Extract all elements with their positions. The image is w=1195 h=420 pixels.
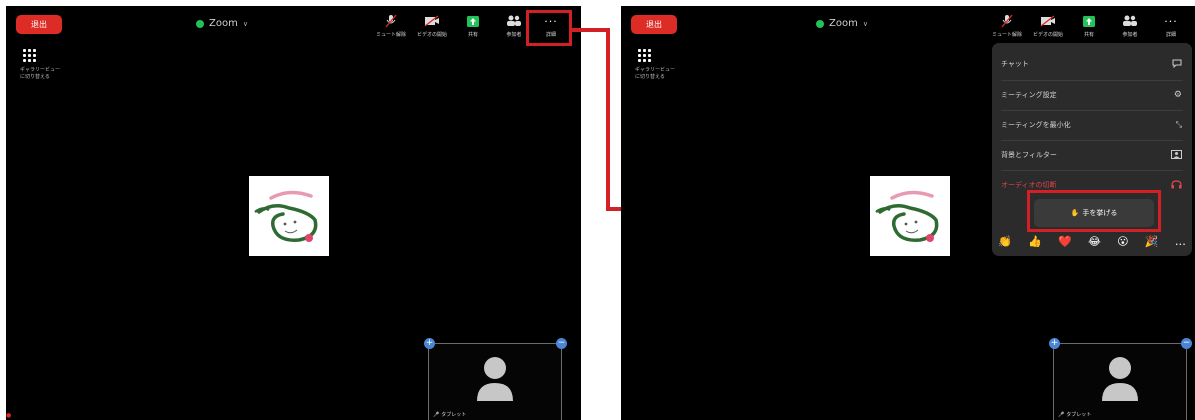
share-label: 共有	[1083, 32, 1094, 38]
menu-item-label: チャット	[1001, 60, 1029, 68]
more-button[interactable]: ··· 詳細	[1151, 14, 1191, 40]
participant-logo-image	[870, 176, 950, 256]
minimize-arrows-icon: ⤡	[1175, 120, 1182, 129]
mic-off-icon	[1000, 14, 1014, 28]
mute-button[interactable]: ミュート解除	[987, 14, 1027, 40]
start-video-button[interactable]: ビデオの開始	[1028, 14, 1068, 40]
pin-handle-left[interactable]: +	[1049, 338, 1060, 349]
joy-reaction-button[interactable]: 😂	[1088, 236, 1101, 248]
minimize-handle-right[interactable]: −	[1181, 338, 1192, 349]
self-name: タブレット	[1066, 412, 1092, 418]
gallery-label: ギャラリービューに切り替える	[635, 67, 676, 80]
gallery-view-button[interactable]: ギャラリービューに切り替える	[635, 49, 681, 81]
meeting-title-dropdown[interactable]: Zoom ∨	[816, 18, 868, 29]
reactions-bar: 👏 👍 ❤️ 😂 😮 🎉 …	[998, 233, 1186, 251]
clap-reaction-button[interactable]: 👏	[998, 236, 1012, 248]
chevron-down-icon: ∨	[862, 19, 868, 28]
more-reactions-button[interactable]: …	[1175, 236, 1186, 248]
shield-icon	[816, 19, 824, 28]
participants-label: 参加者	[1122, 32, 1138, 38]
mic-muted-icon: 🎤	[1058, 412, 1065, 418]
more-dots-icon: ···	[1164, 14, 1178, 28]
participants-button[interactable]: 参加者	[1110, 14, 1150, 40]
video-off-icon	[1040, 14, 1056, 28]
leave-button[interactable]: 退出	[631, 15, 677, 34]
raise-hand-highlight	[1027, 190, 1161, 232]
menu-item-label: 背景とフィルター	[1001, 151, 1057, 159]
party-reaction-button[interactable]: 🎉	[1145, 236, 1159, 248]
grid-icon	[638, 49, 651, 62]
self-name-label: 🎤 タブレット	[1058, 411, 1091, 418]
menu-item-minimize[interactable]: ミーティングを最小化 ⤡	[992, 110, 1192, 140]
menu-item-label: ミーティングを最小化	[1001, 121, 1071, 129]
menu-item-meeting-settings[interactable]: ミーティング設定 ⚙	[992, 80, 1192, 110]
chat-icon	[1172, 59, 1182, 70]
menu-item-label: ミーティング設定	[1001, 91, 1057, 99]
heart-reaction-button[interactable]: ❤️	[1058, 236, 1072, 248]
thumbs-up-reaction-button[interactable]: 👍	[1028, 236, 1042, 248]
meeting-title: Zoom	[829, 18, 858, 29]
menu-item-label: オーディオの切断	[1001, 181, 1057, 189]
menu-item-chat[interactable]: チャット	[992, 49, 1192, 79]
participants-icon	[1122, 14, 1138, 28]
more-label: 詳細	[1165, 32, 1176, 38]
gear-icon: ⚙	[1173, 90, 1182, 100]
avatar-icon	[1102, 355, 1138, 407]
mute-label: ミュート解除	[991, 32, 1022, 38]
menu-item-background-filters[interactable]: 背景とフィルター	[992, 140, 1192, 170]
video-label: ビデオの開始	[1032, 32, 1063, 38]
surprised-reaction-button[interactable]: 😮	[1117, 236, 1128, 248]
logo-illustration	[875, 190, 939, 242]
background-portrait-icon	[1171, 149, 1182, 161]
headphones-icon	[1171, 179, 1182, 191]
self-view-tile[interactable]: 🎤 タブレット	[1053, 343, 1187, 420]
share-screen-icon	[1083, 14, 1095, 28]
share-button[interactable]: 共有	[1069, 14, 1109, 40]
